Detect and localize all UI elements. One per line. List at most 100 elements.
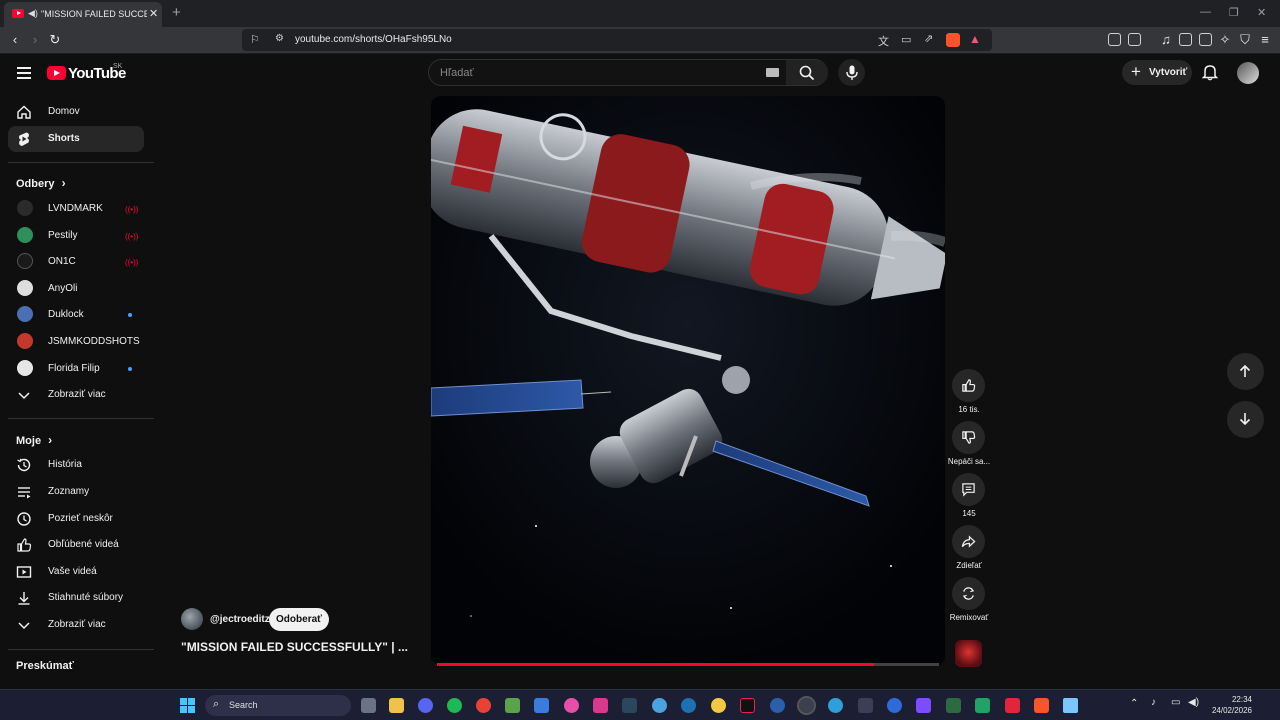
comments-button[interactable] [952,473,985,506]
browser-tab-active[interactable]: ◀) "MISSION FAILED SUCCESSFU ✕ [4,2,162,27]
app-icon[interactable] [770,698,785,713]
address-bar[interactable]: ⚐ ⚙ youtube.com/shorts/OHaFsh95LNo 文 ▭ ⇗… [242,29,992,51]
channel-avatar[interactable] [181,608,203,630]
app-icon[interactable] [564,698,579,713]
audio-track-thumbnail[interactable] [955,640,982,667]
sidebar-item-history[interactable]: História [8,452,144,478]
subscription-item[interactable]: ON1C ((•)) [8,249,144,275]
system-clock[interactable]: 22:34 24/02/2026 [1206,694,1252,716]
app-icon[interactable] [916,698,931,713]
site-info-icon[interactable]: ⚙ [275,33,284,44]
menu-icon[interactable]: ≡ [1257,32,1273,48]
app-icon[interactable] [1005,698,1020,713]
app-icon[interactable] [946,698,961,713]
sidebar-toggle-icon[interactable] [1179,33,1192,46]
dislike-button[interactable] [952,421,985,454]
video-progress-bar[interactable] [437,663,939,666]
subscription-item[interactable]: Florida Filip [8,356,144,382]
like-button[interactable] [952,369,985,402]
app-icon[interactable] [652,698,667,713]
sidebar-item-your-videos[interactable]: Vaše videá [8,559,144,585]
create-button[interactable]: + Vytvoriť [1122,60,1192,85]
obs-icon[interactable] [797,696,816,715]
subscribe-button[interactable]: Odoberať [269,608,329,631]
sidebar-item-home[interactable]: Domov [8,99,144,125]
task-view-icon[interactable] [361,698,376,713]
bookmark-icon[interactable]: ⚐ [250,33,260,46]
share-button[interactable] [952,525,985,558]
chrome-icon[interactable] [476,698,491,713]
show-more-you[interactable]: Zobraziť viac [8,612,144,638]
sidebar-item-playlists[interactable]: Zoznamy [8,479,144,505]
app-icon[interactable] [887,698,902,713]
short-video-player[interactable] [431,96,945,666]
cast-icon[interactable]: ▭ [901,33,911,46]
close-window-icon[interactable]: ✕ [1257,6,1266,19]
app-icon[interactable] [711,698,726,713]
brave-shields-icon[interactable] [946,33,960,47]
voice-search-button[interactable] [838,59,865,86]
reload-icon[interactable]: ↻ [47,32,63,48]
sidebar-item-liked[interactable]: Obľúbené videá [8,532,144,558]
brave-rewards-icon[interactable]: ▲ [969,32,981,46]
minimize-icon[interactable]: — [1200,6,1211,18]
remix-button[interactable] [952,577,985,610]
app-icon[interactable] [505,698,520,713]
account-avatar[interactable] [1237,62,1259,84]
extensions-icon[interactable] [1108,33,1121,46]
you-heading[interactable]: Moje › [16,433,52,447]
app-icon[interactable] [593,698,608,713]
search-box[interactable]: Hľadať [428,59,828,86]
share-page-icon[interactable]: ⇗ [924,32,933,45]
search-button[interactable] [786,60,828,85]
short-title[interactable]: "MISSION FAILED SUCCESSFULLY" | ... [181,640,408,654]
microphone-tray-icon[interactable]: ♪ [1151,697,1156,708]
network-icon[interactable]: ▭ [1171,697,1180,708]
speaker-icon[interactable]: ◀) [28,8,38,19]
subscription-item[interactable]: Duklock [8,302,144,328]
forward-icon[interactable]: › [27,32,43,48]
app-icon[interactable] [975,698,990,713]
app-icon[interactable] [1063,698,1078,713]
channel-handle[interactable]: @jectroeditz [210,614,270,625]
sidebar-item-shorts[interactable]: Shorts [8,126,144,152]
sidebar-item-downloads[interactable]: Stiahnuté súbory [8,585,144,611]
new-tab-icon[interactable]: + [172,4,181,21]
guide-menu-icon[interactable] [17,67,31,82]
show-more-subscriptions[interactable]: Zobraziť viac [8,382,144,408]
maximize-icon[interactable]: ❐ [1229,6,1239,19]
subscription-item[interactable]: Pestily ((•)) [8,223,144,249]
vpn-shield-icon[interactable]: ⛉ [1237,32,1253,48]
back-icon[interactable]: ‹ [7,32,23,48]
steam-icon[interactable] [622,698,637,713]
discord-icon[interactable] [418,698,433,713]
leo-ai-icon[interactable]: ✧ [1217,32,1233,48]
tiktok-icon[interactable] [740,698,755,713]
next-short-button[interactable] [1227,401,1264,438]
app-icon[interactable] [858,698,873,713]
wallet-icon[interactable] [1199,33,1212,46]
media-icon[interactable]: ♫ [1158,32,1174,48]
subscription-item[interactable]: JSMMKODDSHOTS [8,329,144,355]
previous-short-button[interactable] [1227,353,1264,390]
subscriptions-heading[interactable]: Odbery › [16,176,66,190]
app-icon[interactable] [681,698,696,713]
sidebar-item-watch-later[interactable]: Pozrieť neskôr [8,506,144,532]
taskbar-search[interactable]: ⌕ Search [205,695,351,716]
spotify-icon[interactable] [447,698,462,713]
brave-icon[interactable] [1034,698,1049,713]
search-input[interactable]: Hľadať [440,67,474,79]
notepad-icon[interactable] [534,698,549,713]
tray-chevron-icon[interactable]: ⌃ [1130,698,1138,709]
file-explorer-icon[interactable] [389,698,404,713]
windows-start-icon[interactable] [180,698,195,713]
translate-icon[interactable]: 文 [878,33,889,49]
volume-icon[interactable]: ◀) [1188,697,1199,708]
subscription-item[interactable]: AnyOli [8,276,144,302]
close-tab-icon[interactable]: ✕ [149,7,158,20]
app-icon[interactable] [828,698,843,713]
subscription-item[interactable]: LVNDMARK ((•)) [8,196,144,222]
notifications-bell-icon[interactable] [1201,63,1219,81]
extension-icon[interactable] [1128,33,1141,46]
keyboard-icon[interactable] [766,68,779,77]
